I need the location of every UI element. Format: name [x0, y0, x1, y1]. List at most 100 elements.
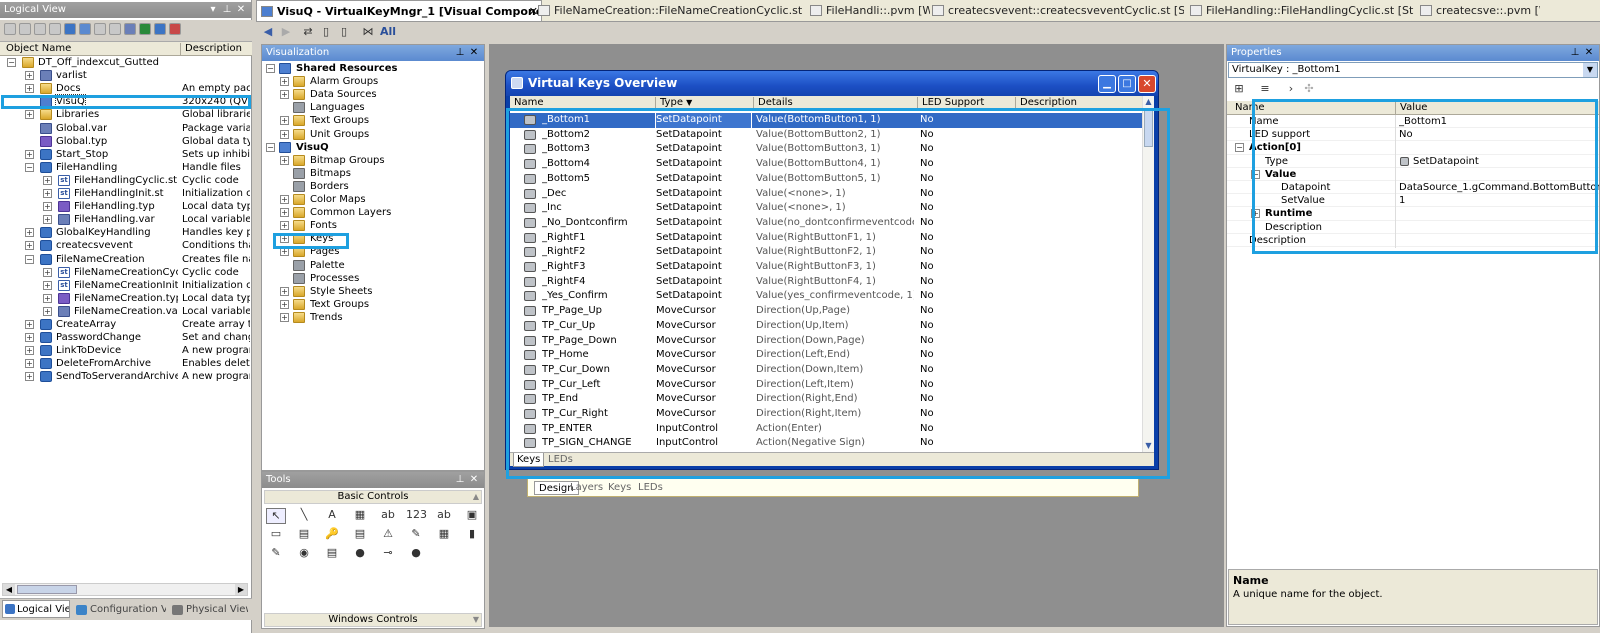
categorized-icon[interactable]: ⊞: [1231, 82, 1247, 96]
property-row[interactable]: + Runtime: [1227, 207, 1599, 223]
tool-icon[interactable]: ●: [406, 546, 426, 562]
toolbar-icon[interactable]: [139, 23, 151, 35]
table-row[interactable]: _RightF3 SetDatapoint Value(RightButtonF3,…: [510, 260, 1142, 275]
scroll-down-icon[interactable]: ▼: [1143, 440, 1154, 452]
pin-icon[interactable]: ⊥: [454, 474, 466, 486]
tool-icon[interactable]: ab: [434, 508, 454, 524]
editor-tab-createcsvevent[interactable]: createcsvevent::createcsveventCyclic.st …: [928, 0, 1184, 21]
tree-row[interactable]: + Style Sheets: [262, 285, 484, 298]
toolbar-icon[interactable]: [34, 23, 46, 35]
expand-collapse-icon[interactable]: +: [25, 241, 34, 251]
property-row[interactable]: Name _Bottom1: [1227, 115, 1599, 130]
tool-icon[interactable]: A: [322, 508, 342, 524]
vko-titlebar[interactable]: Virtual Keys Overview ▁ □ ✕: [506, 71, 1158, 96]
property-row[interactable]: Description: [1227, 233, 1599, 249]
property-row[interactable]: Type SetDatapoint: [1227, 154, 1599, 170]
editor-tab-visuq[interactable]: VisuQ - VirtualKeyMngr_1 [Visual Compone…: [256, 0, 542, 21]
tree-row[interactable]: + Start_Stop Sets up inhibit lin: [0, 148, 252, 161]
tree-row[interactable]: Languages: [262, 101, 484, 114]
scroll-up-icon[interactable]: ▲: [1143, 96, 1154, 108]
forward-icon[interactable]: ▶: [278, 25, 294, 39]
expand-collapse-icon[interactable]: −: [25, 162, 34, 172]
close-icon[interactable]: ✕: [468, 47, 480, 59]
expand-collapse-icon[interactable]: +: [25, 372, 34, 382]
expand-collapse-icon[interactable]: +: [280, 286, 289, 296]
tool-icon[interactable]: ▤: [294, 527, 314, 543]
tree-row[interactable]: + Text Groups: [262, 114, 484, 127]
maximize-button[interactable]: □: [1118, 75, 1136, 93]
toolbar-icon[interactable]: [49, 23, 61, 35]
expand-collapse-icon[interactable]: +: [25, 333, 34, 343]
tool-icon[interactable]: ⚠: [378, 527, 398, 543]
tree-row[interactable]: − FileNameCreation Creates file name: [0, 253, 252, 266]
windows-controls-group[interactable]: Windows Controls ▼: [264, 613, 482, 627]
tree-row[interactable]: + varlist: [0, 69, 252, 82]
expand-collapse-icon[interactable]: +: [280, 221, 289, 231]
tree-row[interactable]: Global.typ Global data type: [0, 135, 252, 148]
property-row[interactable]: Description: [1227, 220, 1599, 236]
tree-row[interactable]: + Alarm Groups: [262, 75, 484, 88]
tree-row[interactable]: − DT_Off_indexcut_Gutted: [0, 56, 252, 69]
expand-collapse-icon[interactable]: +: [25, 346, 34, 356]
scrollbar-thumb[interactable]: [1144, 109, 1153, 147]
table-row[interactable]: TP_Home MoveCursor Direction(Left,End) No: [510, 348, 1142, 363]
toolbar-icon[interactable]: ▯: [336, 25, 352, 39]
tree-row[interactable]: + SendToServerandArchive A new program: [0, 370, 252, 383]
toolbar-icon[interactable]: [169, 23, 181, 35]
back-icon[interactable]: ◀: [260, 25, 276, 39]
editor-tab-filenamecreation[interactable]: FileNameCreation::FileNameCreationCyclic…: [534, 0, 806, 21]
column-divider[interactable]: [753, 97, 754, 109]
close-icon[interactable]: ✕: [468, 474, 480, 486]
tool-icon[interactable]: ◉: [294, 546, 314, 562]
tab-configuration-view[interactable]: Configuration View: [74, 602, 166, 618]
tree-row[interactable]: + Pages: [262, 245, 484, 258]
expand-collapse-icon[interactable]: +: [43, 202, 52, 212]
expand-collapse-icon[interactable]: +: [43, 293, 52, 303]
table-row[interactable]: _Bottom4 SetDatapoint Value(BottomButton4,…: [510, 157, 1142, 172]
expand-collapse-icon[interactable]: +: [25, 359, 34, 369]
table-row[interactable]: _Yes_Confirm SetDatapoint Value(yes_confir…: [510, 289, 1142, 304]
tool-icon[interactable]: 🔑: [322, 527, 342, 543]
property-value[interactable]: [1399, 234, 1599, 249]
expand-collapse-icon[interactable]: +: [280, 234, 289, 244]
expand-icon[interactable]: ▼: [473, 614, 479, 626]
tree-row[interactable]: + Data Sources: [262, 88, 484, 101]
expand-collapse-icon[interactable]: +: [25, 110, 34, 120]
table-row[interactable]: TP_Cur_Up MoveCursor Direction(Up,Item) No: [510, 319, 1142, 334]
arrow-right-icon[interactable]: ›: [1283, 82, 1299, 96]
tree-row[interactable]: VisuQ 320x240 (QVGA: [0, 94, 252, 110]
table-row[interactable]: _Inc SetDatapoint Value(<none>, 1) No: [510, 201, 1142, 216]
column-divider[interactable]: [655, 97, 656, 109]
tree-row[interactable]: + Color Maps: [262, 193, 484, 206]
tree-row[interactable]: + Fonts: [262, 219, 484, 232]
column-divider[interactable]: [917, 97, 918, 109]
tree-row[interactable]: + FileNameCreation.var Local variables: [0, 305, 252, 318]
expand-collapse-icon[interactable]: +: [25, 84, 34, 94]
column-header-name[interactable]: Name: [1235, 101, 1265, 114]
column-divider[interactable]: [1395, 102, 1396, 114]
tree-row[interactable]: Global.var Package variable: [0, 122, 252, 135]
column-divider[interactable]: [180, 43, 181, 55]
tree-row[interactable]: + PasswordChange Set and change: [0, 331, 252, 344]
tab-keys[interactable]: Keys: [608, 481, 631, 495]
tool-icon[interactable]: 123: [406, 508, 427, 524]
horizontal-scrollbar[interactable]: ◀ ▶: [2, 583, 248, 596]
toolbar-icon[interactable]: [64, 23, 76, 35]
tree-row[interactable]: + GlobalKeyHandling Handles key pre:: [0, 226, 252, 239]
scrollbar-thumb[interactable]: [17, 585, 77, 594]
table-row[interactable]: TP_Page_Up MoveCursor Direction(Up,Page) No: [510, 304, 1142, 319]
expand-collapse-icon[interactable]: +: [280, 129, 289, 139]
tree-row[interactable]: + createcsvevent Conditions that g: [0, 239, 252, 252]
close-icon[interactable]: ✕: [1583, 47, 1595, 59]
column-divider[interactable]: [1015, 97, 1016, 109]
close-button[interactable]: ✕: [1138, 75, 1156, 93]
table-row[interactable]: _No_Dontconfirm SetDatapoint Value(no_dont…: [510, 216, 1142, 231]
tool-icon[interactable]: ▣: [462, 508, 482, 524]
expand-collapse-icon[interactable]: −: [7, 58, 16, 67]
scroll-left-icon[interactable]: ◀: [3, 584, 15, 595]
expand-collapse-icon[interactable]: +: [43, 175, 52, 185]
toolbar-icon[interactable]: [109, 23, 121, 35]
tool-icon[interactable]: ▦: [350, 508, 370, 524]
tree-row[interactable]: + Keys: [262, 232, 484, 245]
property-row[interactable]: SetValue 1: [1227, 194, 1599, 209]
